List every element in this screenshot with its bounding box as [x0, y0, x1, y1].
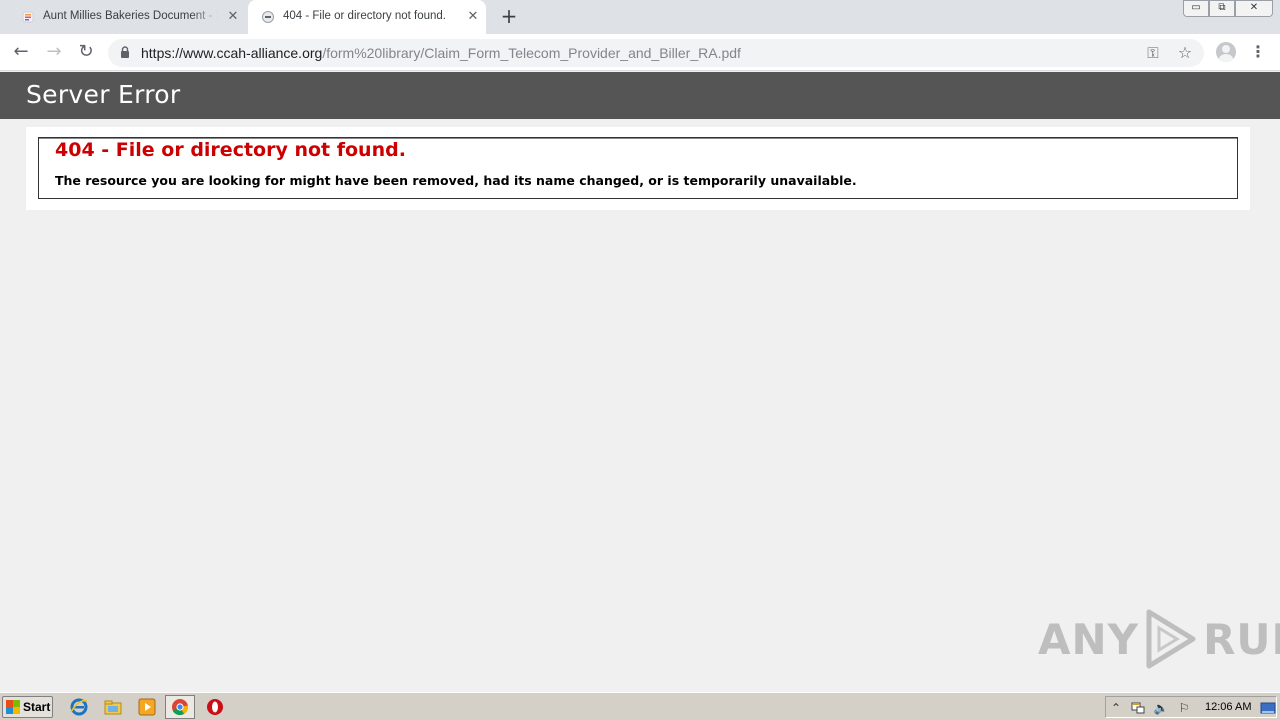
content-area: 404 - File or directory not found. The r…: [26, 127, 1250, 210]
maximize-icon[interactable]: ⧉: [1209, 0, 1235, 17]
error-message: The resource you are looking for might h…: [55, 173, 857, 188]
bookmark-star-icon[interactable]: ☆: [1176, 44, 1194, 62]
lock-icon[interactable]: [120, 46, 130, 58]
tab-title: Aunt Millies Bakeries Document - Slite: [43, 10, 218, 22]
server-error-header: Server Error: [0, 72, 1280, 119]
media-player-icon[interactable]: [137, 697, 157, 717]
page-title: Server Error: [26, 80, 181, 109]
anyrun-watermark: ANY RUN: [1038, 606, 1280, 672]
opera-icon[interactable]: [205, 697, 225, 717]
page-favicon-icon: [262, 11, 274, 23]
windows-logo-icon: [6, 700, 20, 714]
slite-favicon-icon: [22, 11, 34, 23]
tab-strip: Aunt Millies Bakeries Document - Slite ✕…: [0, 0, 1280, 34]
show-desktop-icon[interactable]: [1260, 700, 1276, 716]
start-button[interactable]: Start: [2, 696, 53, 718]
chrome-taskbar-button[interactable]: [165, 695, 195, 719]
browser-toolbar: ← → ↻ https://www.ccah-alliance.org/form…: [0, 34, 1280, 71]
internet-explorer-icon[interactable]: [69, 697, 89, 717]
chrome-icon: [172, 699, 189, 716]
system-tray: ⌃ 🔈 ⚐ 12:06 AM: [1105, 696, 1277, 718]
minimize-icon[interactable]: ▭: [1183, 0, 1209, 17]
tray-expand-icon[interactable]: ⌃: [1108, 700, 1124, 716]
windows-taskbar: Start ⌃ 🔈 ⚐ 12:06 AM: [0, 692, 1280, 720]
tab-title: 404 - File or directory not found.: [283, 10, 446, 22]
clock[interactable]: 12:06 AM: [1205, 701, 1251, 713]
new-tab-icon[interactable]: +: [498, 6, 520, 28]
network-icon[interactable]: [1130, 700, 1146, 716]
profile-avatar-icon[interactable]: [1216, 42, 1236, 62]
file-explorer-icon[interactable]: [103, 697, 123, 717]
tab-aunt-millies[interactable]: Aunt Millies Bakeries Document - Slite ✕: [8, 0, 246, 34]
action-center-flag-icon[interactable]: ⚐: [1176, 700, 1192, 716]
tab-404[interactable]: 404 - File or directory not found. ✕: [248, 0, 486, 34]
url-path: /form%20library/Claim_Form_Telecom_Provi…: [322, 45, 741, 61]
reload-icon[interactable]: ↻: [74, 41, 98, 65]
back-arrow-icon[interactable]: ←: [9, 41, 33, 65]
play-triangle-icon: [1146, 609, 1196, 669]
start-label: Start: [23, 700, 51, 714]
error-heading: 404 - File or directory not found.: [55, 139, 406, 161]
window-close-icon[interactable]: ✕: [1235, 0, 1273, 17]
volume-icon[interactable]: 🔈: [1153, 700, 1169, 716]
forward-arrow-icon[interactable]: →: [42, 41, 66, 65]
tab-close-icon[interactable]: ✕: [466, 9, 480, 23]
error-box: 404 - File or directory not found. The r…: [38, 137, 1238, 199]
watermark-left-text: ANY: [1038, 614, 1140, 664]
kebab-menu-icon[interactable]: ⋮: [1250, 42, 1266, 62]
url-text[interactable]: https://www.ccah-alliance.org/form%20lib…: [141, 45, 741, 61]
key-icon[interactable]: ⚿: [1144, 44, 1162, 62]
watermark-right-text: RUN: [1203, 614, 1280, 664]
tab-close-icon[interactable]: ✕: [226, 9, 240, 23]
address-bar[interactable]: https://www.ccah-alliance.org/form%20lib…: [108, 39, 1204, 67]
url-host: https://www.ccah-alliance.org: [141, 45, 323, 61]
